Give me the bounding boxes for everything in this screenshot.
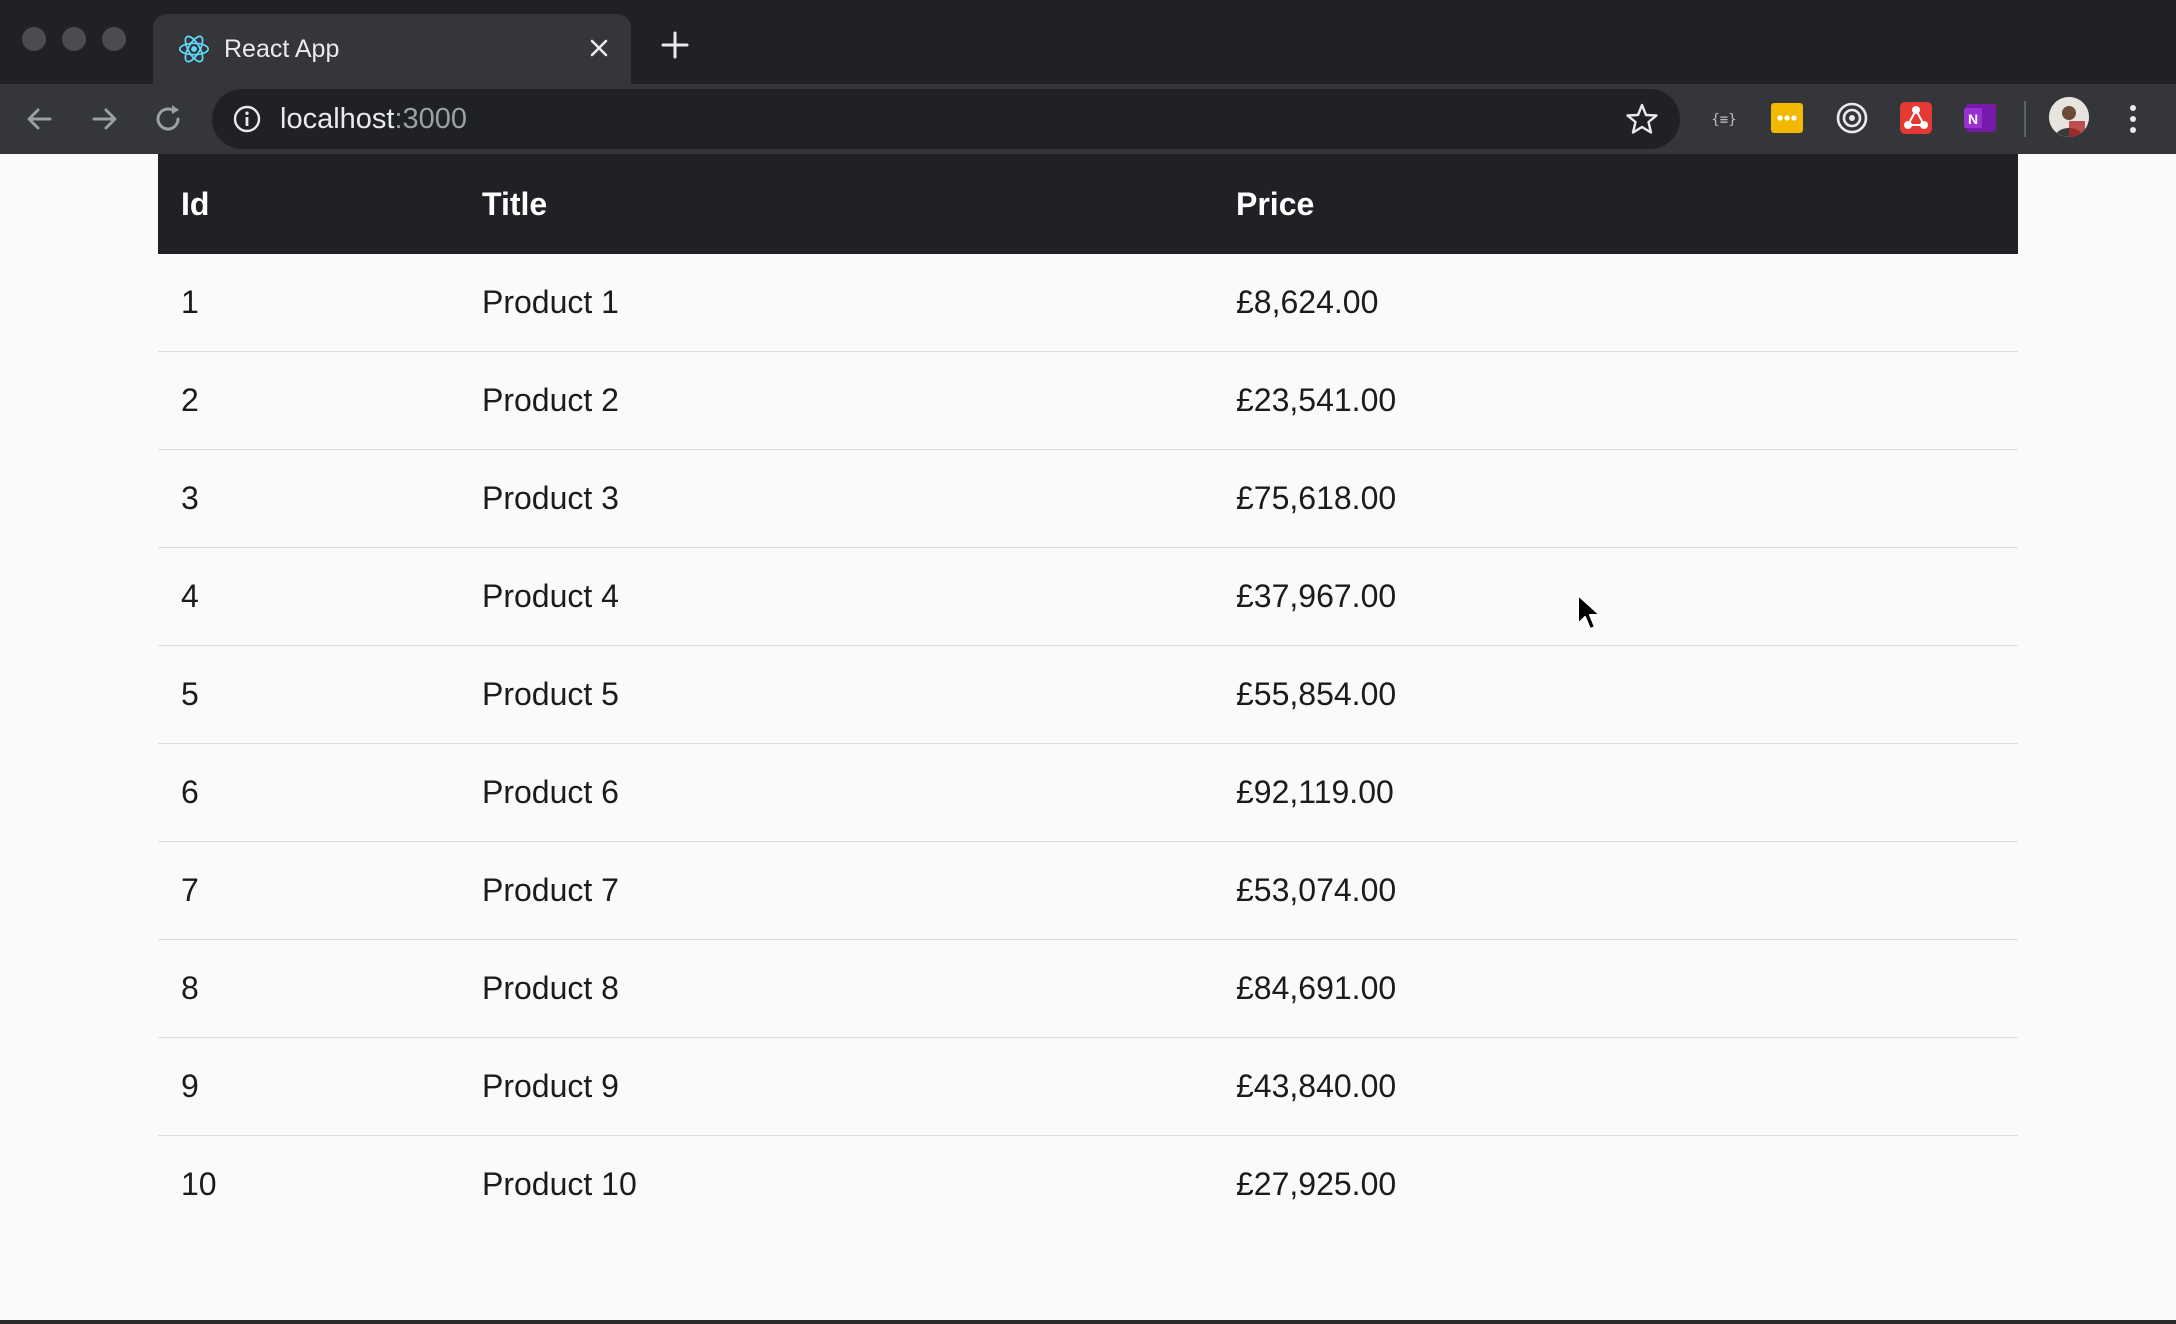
products-table: Id Title Price 1 Product 1 £8,624.00 2 P…	[158, 154, 2018, 1233]
react-favicon-icon	[178, 35, 210, 63]
table-row: 8 Product 8 £84,691.00	[158, 939, 2018, 1038]
svg-text:{≡}: {≡}	[1711, 112, 1736, 128]
window-close-dot[interactable]	[22, 27, 46, 51]
forward-arrow-icon[interactable]	[84, 99, 124, 139]
column-header-id: Id	[158, 154, 459, 254]
cell-price: £37,967.00	[1213, 547, 2018, 646]
cell-price: £23,541.00	[1213, 351, 2018, 450]
cell-price: £53,074.00	[1213, 841, 2018, 940]
tab-title: React App	[224, 35, 340, 63]
cell-price: £8,624.00	[1213, 254, 2018, 352]
cell-price: £84,691.00	[1213, 939, 2018, 1038]
more-vert-icon[interactable]	[2118, 99, 2148, 139]
table-row: 2 Product 2 £23,541.00	[158, 351, 2018, 450]
cell-title: Product 6	[459, 743, 1213, 842]
table-row: 6 Product 6 £92,119.00	[158, 743, 2018, 842]
table-row: 9 Product 9 £43,840.00	[158, 1037, 2018, 1136]
json-viewer-extension-icon[interactable]: {≡}	[1705, 99, 1743, 137]
table-row: 5 Product 5 £55,854.00	[158, 645, 2018, 744]
cell-title: Product 8	[459, 939, 1213, 1038]
close-icon[interactable]	[581, 30, 617, 66]
column-header-title: Title	[459, 154, 1213, 254]
cell-price: £92,119.00	[1213, 743, 2018, 842]
cell-id: 1	[158, 254, 459, 352]
star-icon[interactable]	[1624, 101, 1660, 137]
browser-toolbar: localhost:3000 {≡} N	[0, 84, 2176, 154]
table-body: 1 Product 1 £8,624.00 2 Product 2 £23,54…	[158, 254, 2018, 1233]
target-extension-icon[interactable]	[1833, 99, 1871, 137]
back-arrow-icon[interactable]	[20, 99, 60, 139]
cell-id: 2	[158, 351, 459, 450]
cell-price: £75,618.00	[1213, 449, 2018, 548]
onenote-extension-icon[interactable]: N	[1961, 99, 1999, 137]
cell-id: 6	[158, 743, 459, 842]
address-bar[interactable]: localhost:3000	[212, 89, 1680, 149]
table-row: 7 Product 7 £53,074.00	[158, 841, 2018, 940]
cell-id: 9	[158, 1037, 459, 1136]
ellipsis-extension-icon[interactable]	[1768, 99, 1806, 137]
cell-title: Product 2	[459, 351, 1213, 450]
cell-id: 5	[158, 645, 459, 744]
url-host: localhost	[280, 103, 395, 135]
reload-icon[interactable]	[148, 99, 188, 139]
cell-price: £27,925.00	[1236, 1166, 1397, 1202]
page-viewport: Id Title Price 1 Product 1 £8,624.00 2 P…	[0, 154, 2176, 1320]
browser-titlebar: React App	[0, 0, 2176, 84]
column-header-price: Price	[1213, 154, 2018, 254]
cell-price: £43,840.00	[1213, 1037, 2018, 1136]
window-minimize-dot[interactable]	[62, 27, 86, 51]
cell-title: Product 4	[459, 547, 1213, 646]
table-row: 1 Product 1 £8,624.00	[158, 254, 2018, 352]
table-header: Id Title Price	[158, 154, 2018, 254]
cell-title: Product 5	[459, 645, 1213, 744]
cell-title: Product 1	[459, 254, 1213, 352]
cell-id: 10	[181, 1166, 217, 1202]
plus-icon[interactable]	[657, 27, 693, 63]
cell-id: 4	[158, 547, 459, 646]
url-text[interactable]: localhost:3000	[280, 89, 467, 149]
window-zoom-dot[interactable]	[102, 27, 126, 51]
cell-price: £55,854.00	[1213, 645, 2018, 744]
info-icon[interactable]	[232, 104, 262, 134]
network-extension-icon[interactable]	[1897, 99, 1935, 137]
mouse-cursor-icon	[1577, 594, 1601, 630]
cell-id: 7	[158, 841, 459, 940]
cell-id: 8	[158, 939, 459, 1038]
table-row: 4 Product 4 £37,967.00	[158, 547, 2018, 646]
cell-title: Product 10	[482, 1166, 637, 1202]
avatar[interactable]	[2049, 97, 2089, 137]
svg-text:N: N	[1968, 111, 1978, 127]
window-bottom-edge	[0, 1320, 2176, 1324]
toolbar-separator	[2024, 101, 2026, 137]
table-row: 10 Product 10 £27,925.00	[158, 1136, 2018, 1234]
url-port: :3000	[394, 103, 468, 135]
browser-tab-active[interactable]: React App	[153, 14, 631, 84]
table-row: 3 Product 3 £75,618.00	[158, 449, 2018, 548]
cell-title: Product 3	[459, 449, 1213, 548]
cell-id: 3	[158, 449, 459, 548]
cell-title: Product 7	[459, 841, 1213, 940]
cell-title: Product 9	[459, 1037, 1213, 1136]
